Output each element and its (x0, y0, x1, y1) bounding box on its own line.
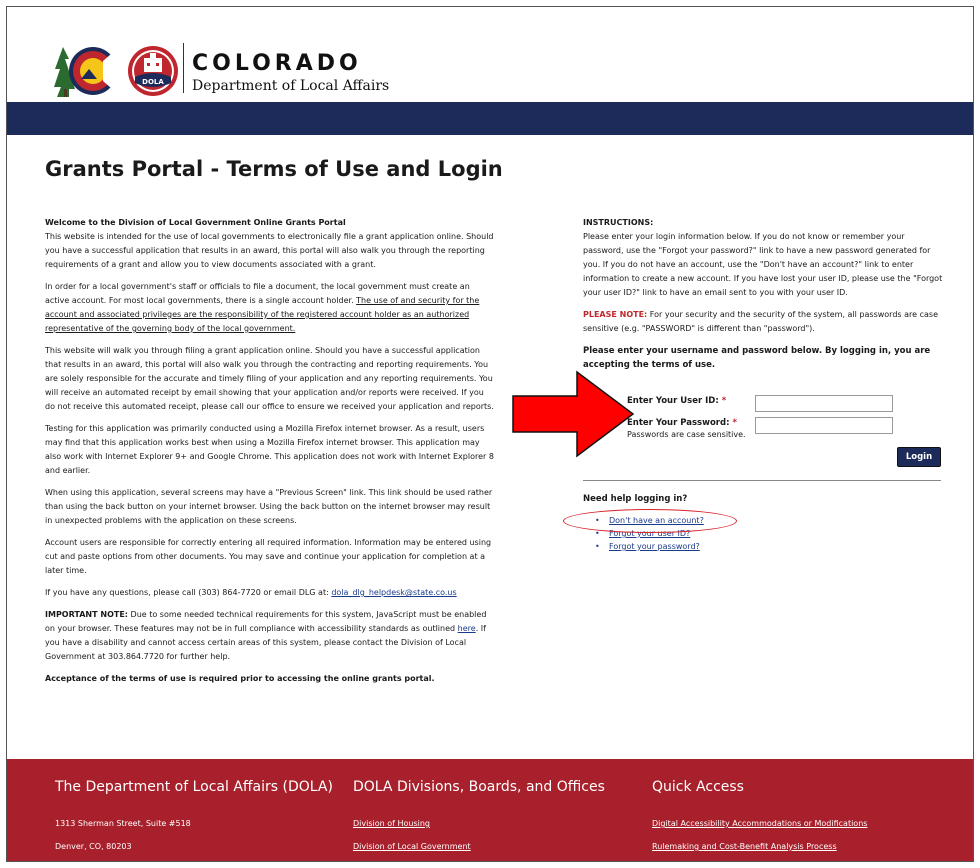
login-button[interactable]: Login (897, 447, 941, 467)
login-form: Enter Your User ID: * Enter Your Passwor… (583, 390, 943, 480)
welcome-text: This website is intended for the use of … (45, 232, 494, 269)
forgot-password-link[interactable]: Forgot your password? (609, 542, 700, 551)
red-ellipse-annotation (563, 509, 737, 533)
logo-divider (183, 43, 184, 93)
password-note-paragraph: PLEASE NOTE: For your security and the s… (583, 308, 943, 336)
questions-paragraph: If you have any questions, please call (… (45, 586, 495, 600)
welcome-heading: Welcome to the Division of Local Governm… (45, 218, 346, 227)
helpdesk-email-link[interactable]: dola_dlg_helpdesk@state.co.us (331, 588, 456, 597)
password-case-hint: Passwords are case sensitive. (627, 430, 746, 439)
logo-badge-text: DOLA (142, 78, 164, 86)
password-label-text: Enter Your Password: (627, 418, 730, 428)
brand-title[interactable]: COLORADO (192, 51, 362, 76)
previous-screen-paragraph: When using this application, several scr… (45, 488, 493, 525)
site-header: DOLA COLORADO Department of Local Affair… (7, 7, 973, 135)
footer-divisions-heading: DOLA Divisions, Boards, and Offices (353, 779, 605, 795)
welcome-paragraph: Welcome to the Division of Local Governm… (45, 216, 495, 272)
navigation-bar (7, 102, 973, 135)
site-footer: The Department of Local Affairs (DOLA) 1… (7, 759, 973, 861)
important-note-paragraph: IMPORTANT NOTE: Due to some needed techn… (45, 608, 495, 664)
user-id-label: Enter Your User ID: * (627, 396, 726, 406)
help-link-item: Forgot your password? (595, 540, 704, 553)
important-note-label: IMPORTANT NOTE: (45, 610, 128, 619)
login-accept-text: Please enter your username and password … (583, 346, 931, 370)
instructions-text: Please enter your login information belo… (583, 232, 943, 297)
login-instructions: INSTRUCTIONS: Please enter your login in… (583, 216, 943, 380)
user-id-label-text: Enter Your User ID: (627, 396, 719, 406)
accessibility-here-link[interactable]: here (458, 624, 476, 633)
footer-division-housing-link[interactable]: Division of Housing (353, 819, 430, 828)
password-required-marker: * (732, 418, 737, 428)
footer-address-line2: Denver, CO, 80203 (55, 842, 132, 851)
footer-rulemaking-link[interactable]: Rulemaking and Cost-Benefit Analysis Pro… (652, 842, 837, 851)
browser-paragraph: Testing for this application was primari… (45, 424, 494, 475)
terms-of-use-text: Welcome to the Division of Local Governm… (45, 216, 495, 694)
password-note-label: PLEASE NOTE: (583, 310, 648, 319)
walkthrough-paragraph: This website will walk you through filin… (45, 346, 494, 411)
brand-subtitle[interactable]: Department of Local Affairs (192, 78, 389, 94)
footer-division-local-government-link[interactable]: Division of Local Government (353, 842, 471, 851)
footer-address-line1: 1313 Sherman Street, Suite #518 (55, 819, 191, 828)
footer-quick-access-heading: Quick Access (652, 779, 744, 795)
users-paragraph: Account users are responsible for correc… (45, 538, 492, 575)
colorado-logo[interactable]: DOLA (53, 39, 181, 101)
footer-dola-heading: The Department of Local Affairs (DOLA) (55, 779, 333, 795)
colorado-logo-icon: DOLA (54, 46, 178, 97)
page-frame: DOLA COLORADO Department of Local Affair… (6, 6, 974, 862)
help-heading: Need help logging in? (583, 494, 688, 504)
questions-text: If you have any questions, please call (… (45, 588, 329, 597)
footer-accessibility-link[interactable]: Digital Accessibility Accommodations or … (652, 819, 867, 828)
instructions-heading: INSTRUCTIONS: (583, 218, 654, 227)
account-paragraph: In order for a local government's staff … (45, 280, 495, 336)
password-input[interactable] (755, 417, 893, 434)
user-id-input[interactable] (755, 395, 893, 412)
password-label: Enter Your Password: * (627, 418, 737, 428)
user-id-required-marker: * (721, 396, 727, 406)
login-divider (583, 480, 941, 481)
acceptance-paragraph: Acceptance of the terms of use is requir… (45, 674, 435, 683)
instructions-paragraph: INSTRUCTIONS: Please enter your login in… (583, 216, 943, 300)
page-title: Grants Portal - Terms of Use and Login (45, 157, 503, 181)
red-arrow-annotation-icon (512, 370, 635, 458)
